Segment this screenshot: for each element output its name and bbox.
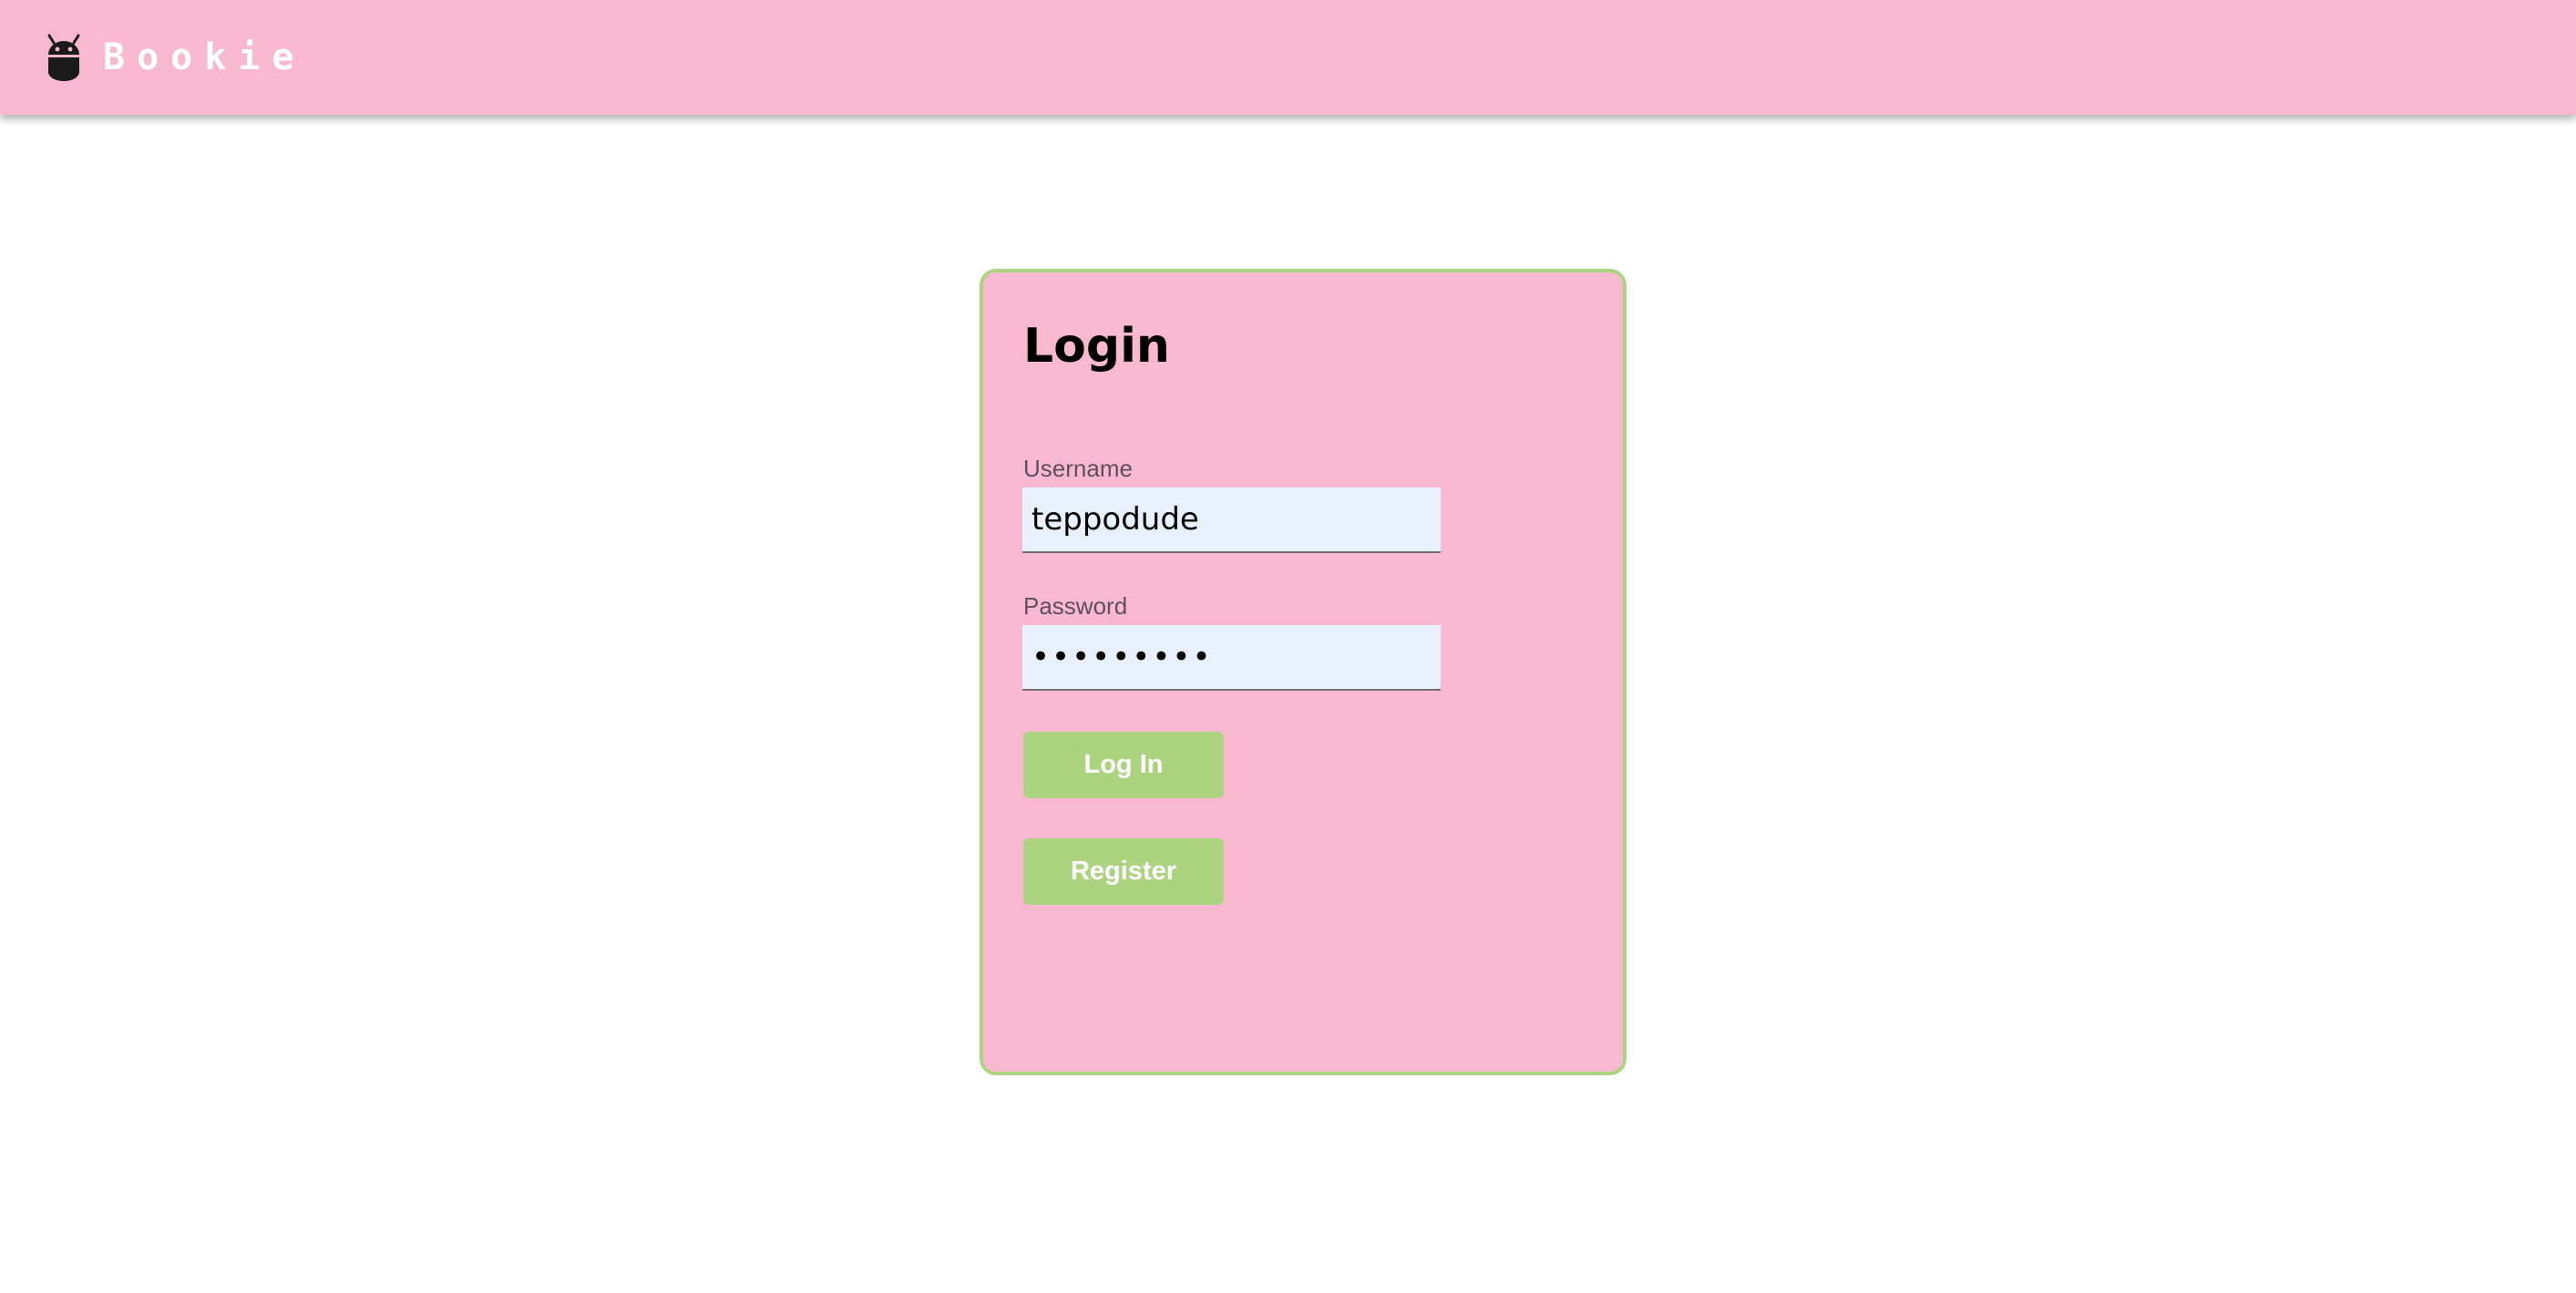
android-robot-icon [47,34,80,81]
password-input[interactable] [1022,625,1441,691]
password-label: Password [1023,592,1128,620]
login-title: Login [1023,319,1170,374]
brand-name[interactable]: Bookie [103,33,306,82]
top-navbar: Bookie [0,0,2576,115]
username-label: Username [1023,455,1133,482]
register-button[interactable]: Register [1023,838,1224,905]
login-button[interactable]: Log In [1023,732,1224,798]
username-input[interactable] [1022,487,1441,553]
